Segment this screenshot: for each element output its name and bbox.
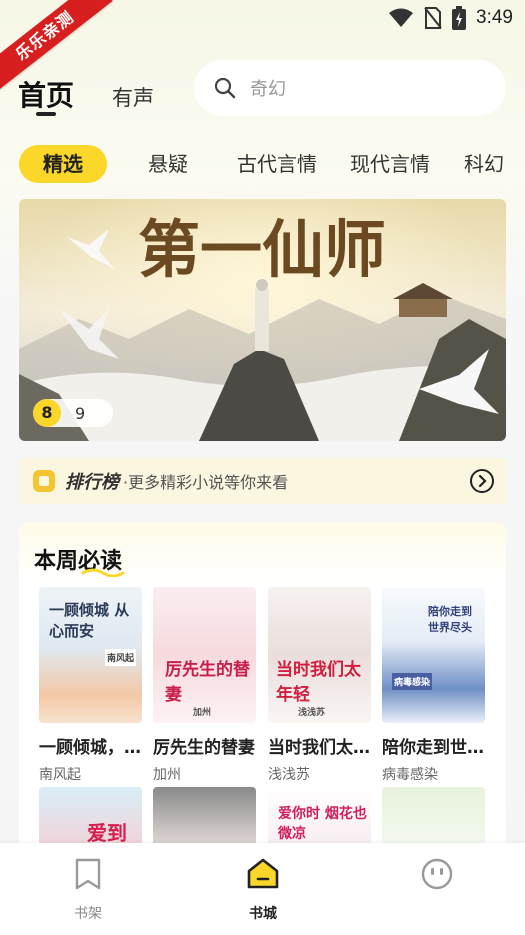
cover-title: 陪你走到世界尽头 — [428, 605, 472, 634]
profile-face-icon — [421, 858, 453, 890]
book-title: 陪你走到世界尽头 — [382, 738, 496, 758]
book-card[interactable]: 厉先生的替妻 加州 厉先生的替妻 加州 — [153, 587, 256, 784]
book-card[interactable]: 当时我们太年轻 浅浅苏 当时我们太年轻 浅浅苏 — [268, 587, 382, 784]
ranking-title: 排行榜 — [65, 472, 119, 493]
category-tab-scifi[interactable]: 科幻 — [464, 145, 504, 183]
ranking-bar[interactable]: 排行榜 ·更多精彩小说等你来看 — [19, 458, 506, 504]
nav-label: 书架 — [74, 906, 102, 922]
tab-home[interactable]: 首页 — [18, 74, 74, 114]
banner-carousel[interactable]: 第一仙师 8 9 — [19, 199, 506, 441]
book-author: 浅浅苏 — [268, 767, 310, 783]
ranking-icon — [33, 470, 55, 492]
bookmark-icon — [75, 858, 101, 890]
no-sim-icon — [424, 7, 442, 29]
category-tab-ancient-romance[interactable]: 古代言情 — [237, 145, 317, 183]
status-time: 3:49 — [476, 7, 513, 28]
chevron-right-icon[interactable] — [470, 469, 494, 493]
cover-title: 爱你时 烟花也微凉 — [278, 806, 367, 842]
wifi-icon — [389, 8, 414, 27]
tab-audio[interactable]: 有声 — [112, 82, 154, 112]
category-tab-featured[interactable]: 精选 — [19, 145, 107, 183]
status-icons: 3:49 — [388, 6, 513, 30]
bottom-nav: 书架 书城 — [0, 843, 525, 935]
cover-title: 当时我们太年轻 — [276, 660, 361, 705]
title-underline-decoration — [81, 568, 125, 577]
book-card[interactable]: 一顾倾城 从心而安 南风起 一顾倾城，从心而安 南风起 — [39, 587, 153, 784]
cover-title: 爱到 — [87, 821, 127, 845]
category-tabs: 精选 悬疑 古代言情 现代言情 科幻 — [0, 145, 525, 183]
nav-bookstore[interactable]: 书城 — [233, 857, 293, 923]
book-author: 病毒感染 — [382, 767, 438, 783]
book-cover: 厉先生的替妻 加州 — [153, 587, 256, 723]
cover-author: 南风起 — [104, 649, 136, 666]
cover-title: 一顾倾城 从心而安 — [49, 601, 130, 640]
cover-author: 病毒感染 — [392, 673, 433, 690]
book-cover: 当时我们太年轻 浅浅苏 — [268, 587, 371, 723]
cover-title: 厉先生的替妻 — [165, 660, 250, 705]
battery-charging-icon — [452, 6, 467, 30]
book-title: 当时我们太年轻 — [268, 738, 382, 758]
banner-page-indicator: 8 9 — [33, 399, 113, 427]
book-title: 厉先生的替妻 — [153, 738, 255, 758]
tab-active-underline — [36, 112, 56, 116]
search-placeholder: 奇幻 — [250, 79, 286, 100]
search-box[interactable]: 奇幻 — [194, 60, 506, 116]
book-cover: 陪你走到世界尽头 病毒感染 — [382, 587, 485, 723]
banner-current-page: 8 — [33, 399, 61, 427]
nav-profile[interactable] — [407, 857, 467, 903]
ranking-subtitle: ·更多精彩小说等你来看 — [123, 473, 289, 492]
header: 首页 有声 奇幻 — [0, 60, 525, 120]
weekly-must-read-section: 本周必读 一顾倾城 从心而安 南风起 一顾倾城，从心而安 南风起 厉先生的替妻 … — [19, 523, 506, 857]
cover-author: 浅浅苏 — [298, 708, 326, 718]
search-icon — [214, 77, 236, 99]
book-card[interactable]: 陪你走到世界尽头 病毒感染 陪你走到世界尽头 病毒感染 — [382, 587, 496, 784]
book-cover: 一顾倾城 从心而安 南风起 — [39, 587, 142, 723]
category-tab-modern-romance[interactable]: 现代言情 — [350, 145, 430, 183]
book-author: 加州 — [153, 767, 181, 783]
bookstore-icon — [247, 858, 279, 889]
cover-author: 加州 — [193, 708, 212, 718]
nav-bookshelf[interactable]: 书架 — [58, 857, 118, 923]
nav-label: 书城 — [249, 906, 277, 922]
banner-total-pages: 9 — [75, 403, 86, 423]
book-author: 南风起 — [39, 767, 81, 783]
category-tab-suspense[interactable]: 悬疑 — [148, 145, 188, 183]
banner-title: 第一仙师 — [138, 213, 386, 286]
book-title: 一顾倾城，从心而安 — [39, 738, 153, 758]
